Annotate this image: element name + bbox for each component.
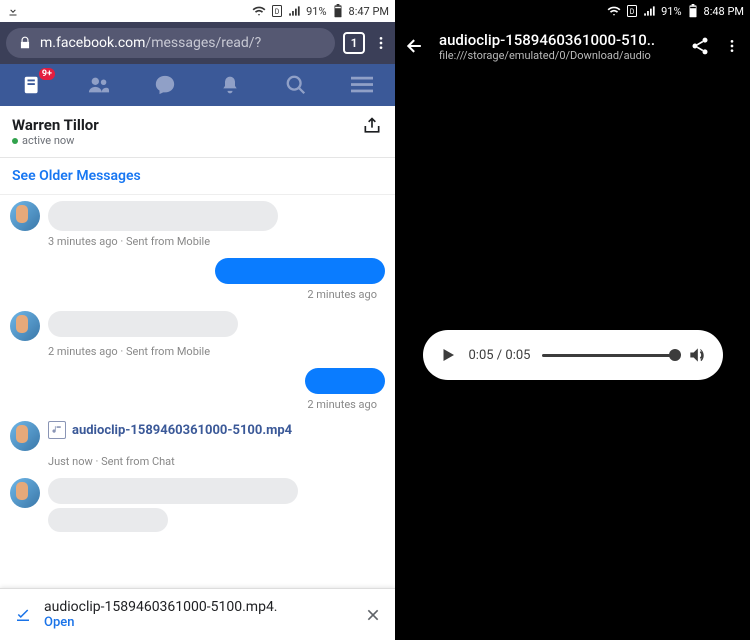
share-icon[interactable]: [690, 36, 710, 56]
fb-navbar: 9+: [0, 64, 395, 106]
bubble-incoming[interactable]: [48, 201, 278, 231]
share-icon[interactable]: [361, 116, 383, 147]
message-incoming: [10, 201, 385, 231]
message-outgoing: [10, 258, 385, 284]
message-meta: Just now · Sent from Chat: [48, 455, 385, 468]
message-thread: 3 minutes ago · Sent from Mobile 2 minut…: [0, 195, 395, 640]
avatar[interactable]: [10, 478, 40, 508]
message-incoming: [10, 478, 385, 532]
download-open-link[interactable]: Open: [44, 615, 353, 630]
seek-track[interactable]: [542, 354, 674, 357]
more-icon[interactable]: [724, 36, 740, 56]
message-meta: 2 minutes ago: [10, 398, 377, 411]
bubble-outgoing[interactable]: [215, 258, 385, 284]
message-file: audioclip-1589460361000-5100.mp4: [10, 421, 385, 451]
message-meta: 2 minutes ago · Sent from Mobile: [48, 345, 385, 358]
url-pill[interactable]: m.facebook.com/messages/read/?: [6, 28, 335, 58]
nav-notifications[interactable]: [218, 73, 242, 97]
clock: 8:47 PM: [349, 5, 389, 18]
download-toast: audioclip-1589460361000-5100.mp4. Open: [0, 588, 395, 640]
signal-icon: [288, 4, 302, 18]
avatar[interactable]: [10, 311, 40, 341]
sim-d-icon: D: [270, 4, 284, 18]
contact-name: Warren Tillor: [12, 116, 99, 134]
audio-player: 0:05 / 0:05: [423, 330, 723, 380]
volume-icon[interactable]: [687, 345, 707, 365]
play-icon[interactable]: [439, 346, 457, 364]
nav-badge: 9+: [39, 68, 55, 80]
wifi-icon: [252, 4, 266, 18]
clock: 8:48 PM: [704, 5, 744, 18]
left-phone: D 91% 8:47 PM m.facebook.com/messages/re…: [0, 0, 395, 640]
signal-icon: [643, 4, 657, 18]
audio-title: audioclip-1589460361000-510..: [439, 31, 676, 49]
bubble-outgoing[interactable]: [305, 368, 385, 394]
tab-switcher[interactable]: 1: [343, 32, 365, 54]
avatar[interactable]: [10, 421, 40, 451]
seek-thumb[interactable]: [669, 349, 681, 361]
nav-search[interactable]: [284, 73, 308, 97]
battery-icon: [686, 4, 700, 18]
audio-path: file:///storage/emulated/0/Download/audi…: [439, 49, 676, 62]
time-display: 0:05 / 0:05: [469, 348, 531, 363]
nav-messenger[interactable]: [153, 73, 177, 97]
lock-icon: [18, 36, 32, 50]
battery-pct: 91%: [306, 5, 326, 18]
audio-player-header: audioclip-1589460361000-510.. file:///st…: [395, 22, 750, 70]
download-filename: audioclip-1589460361000-5100.mp4.: [44, 599, 353, 615]
svg-text:D: D: [275, 8, 280, 16]
message-meta: 2 minutes ago: [10, 288, 377, 301]
wifi-icon: [607, 4, 621, 18]
message-incoming: [10, 311, 385, 341]
bubble-incoming[interactable]: [48, 311, 238, 337]
battery-pct: 91%: [661, 5, 681, 18]
nav-friends[interactable]: [87, 73, 111, 97]
audio-file-icon: [48, 421, 66, 439]
conversation-header: Warren Tillor active now: [0, 106, 395, 158]
close-icon[interactable]: [365, 607, 381, 623]
file-attachment[interactable]: audioclip-1589460361000-5100.mp4: [48, 421, 292, 439]
message-meta: 3 minutes ago · Sent from Mobile: [48, 235, 385, 248]
nav-feed[interactable]: 9+: [21, 73, 45, 97]
url-host: m.facebook.com: [40, 35, 145, 51]
nav-menu[interactable]: [350, 73, 374, 97]
right-phone: D 91% 8:48 PM audioclip-1589460361000-51…: [395, 0, 750, 640]
player-area: 0:05 / 0:05: [395, 70, 750, 640]
bubble-incoming[interactable]: [48, 508, 168, 532]
online-dot-icon: [12, 138, 18, 144]
statusbar-left: D 91% 8:47 PM: [0, 0, 395, 22]
back-icon[interactable]: [405, 36, 425, 56]
active-status: active now: [12, 134, 99, 147]
browser-menu-icon[interactable]: [373, 35, 389, 51]
avatar[interactable]: [10, 201, 40, 231]
battery-icon: [331, 4, 345, 18]
browser-urlbar: m.facebook.com/messages/read/? 1: [0, 22, 395, 64]
statusbar-right: D 91% 8:48 PM: [395, 0, 750, 22]
download-done-icon: [14, 606, 32, 624]
sim-d-icon: D: [625, 4, 639, 18]
bubble-incoming[interactable]: [48, 478, 298, 504]
message-outgoing: [10, 368, 385, 394]
see-older-link[interactable]: See Older Messages: [0, 158, 395, 195]
svg-text:D: D: [630, 8, 635, 16]
download-status-icon: [6, 4, 20, 18]
url-path: /messages/read/?: [145, 35, 261, 51]
